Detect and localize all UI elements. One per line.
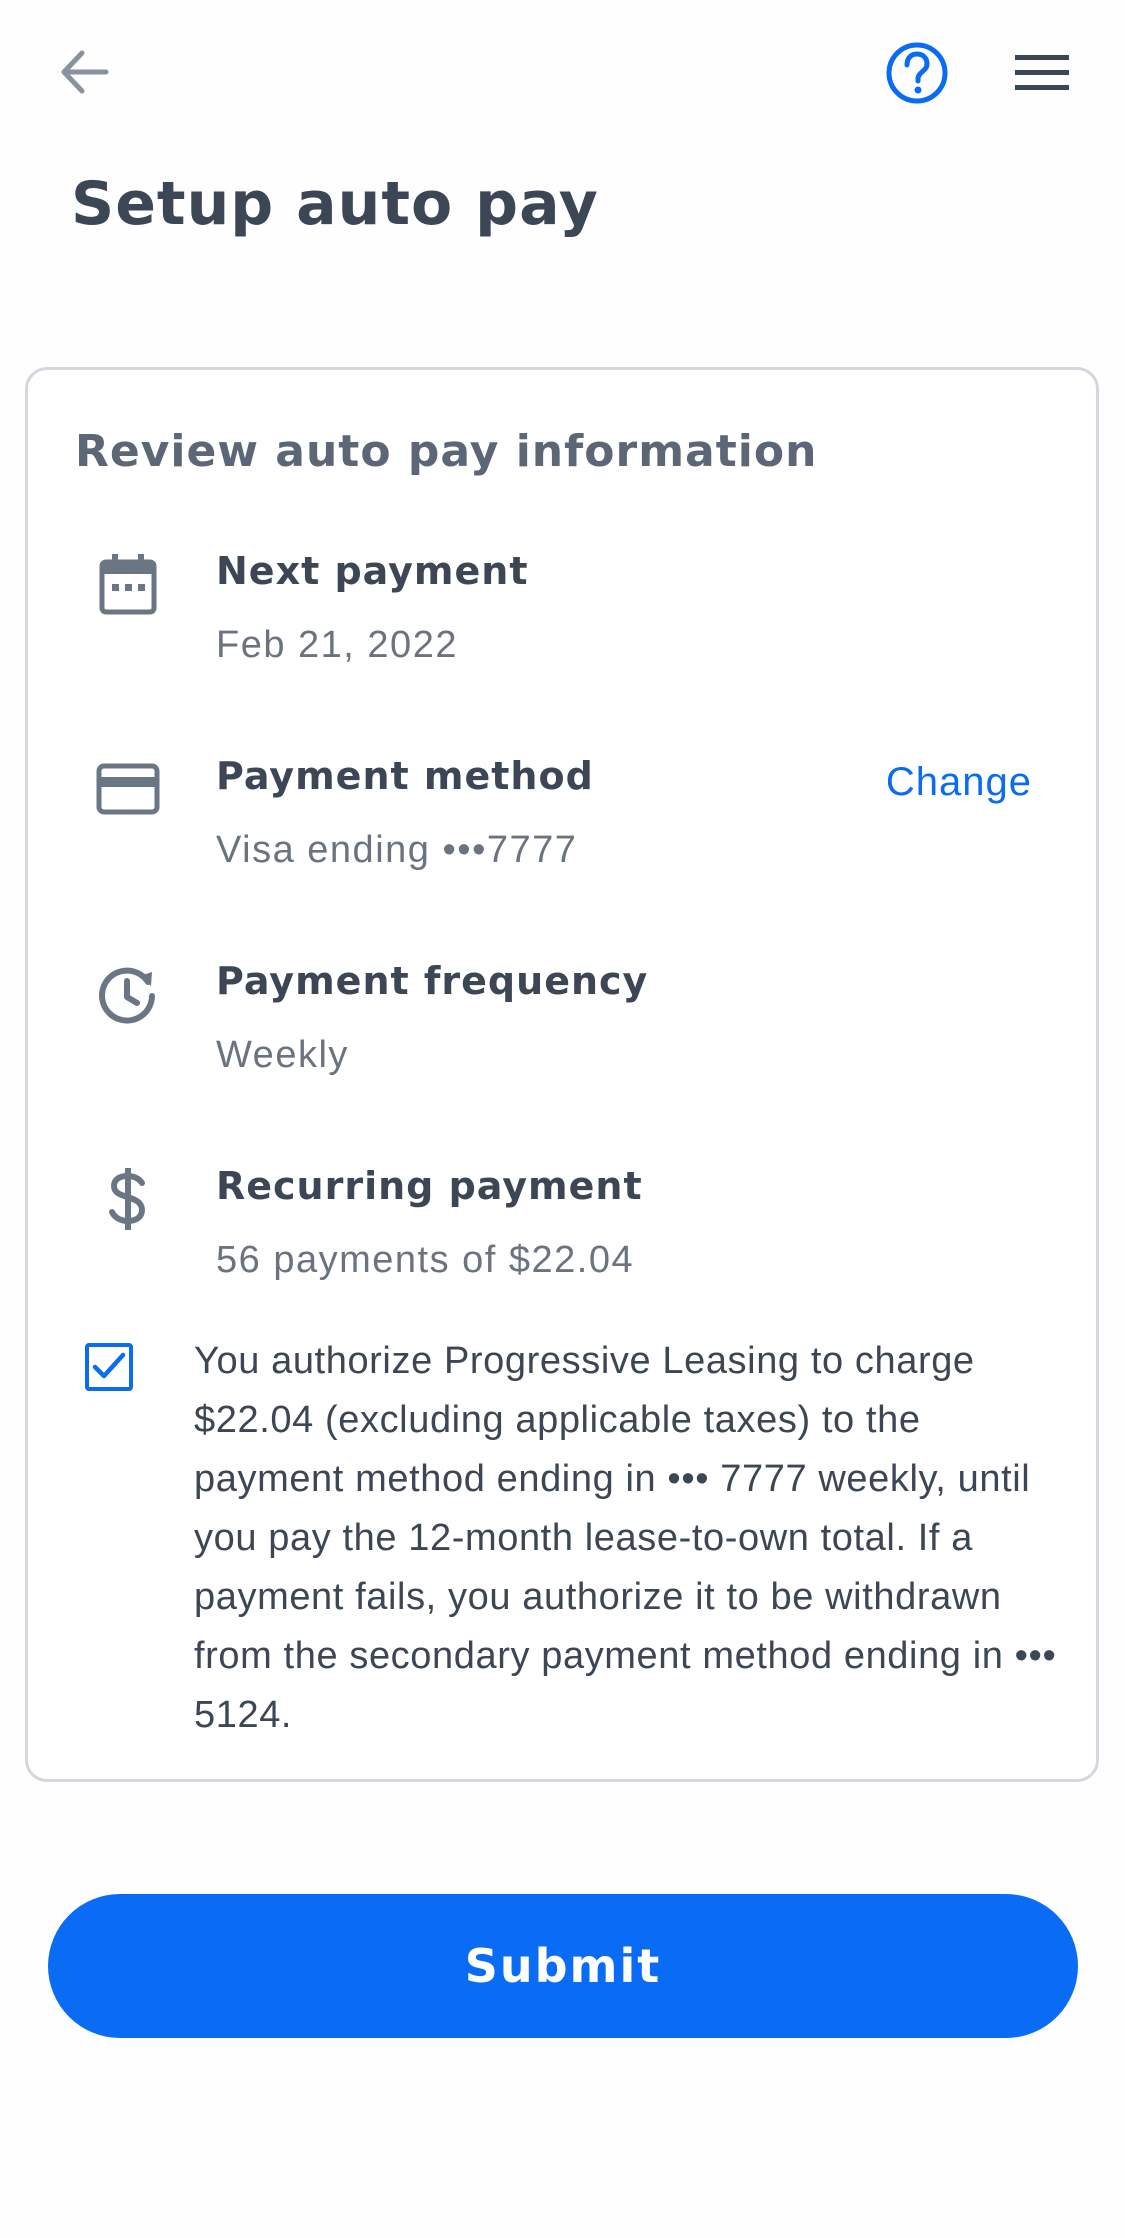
payment-method-value: Visa ending •••7777 bbox=[216, 829, 578, 871]
calendar-icon bbox=[96, 552, 160, 616]
credit-card-icon bbox=[96, 757, 160, 821]
payment-frequency-row: Payment frequency Weekly bbox=[28, 950, 1098, 1090]
hamburger-menu-icon bbox=[1015, 55, 1069, 90]
card-title: Review auto pay information bbox=[75, 426, 818, 477]
recurring-payment-row: Recurring payment 56 payments of $22.04 bbox=[28, 1155, 1098, 1295]
check-icon bbox=[92, 1352, 126, 1379]
payment-frequency-label: Payment frequency bbox=[216, 959, 649, 1003]
next-payment-label: Next payment bbox=[216, 549, 529, 593]
submit-button[interactable]: Submit bbox=[48, 1894, 1078, 2038]
help-button[interactable] bbox=[882, 38, 952, 108]
payment-method-label: Payment method bbox=[216, 754, 594, 798]
payment-method-row: Payment method Change Visa ending •••777… bbox=[28, 745, 1098, 885]
dollar-icon bbox=[96, 1167, 160, 1231]
arrow-left-icon bbox=[61, 50, 109, 94]
authorization-checkbox[interactable] bbox=[85, 1343, 133, 1391]
recurring-payment-value: 56 payments of $22.04 bbox=[216, 1239, 635, 1281]
recurring-payment-label: Recurring payment bbox=[216, 1164, 643, 1208]
menu-button[interactable] bbox=[1002, 38, 1082, 108]
page-title: Setup auto pay bbox=[71, 169, 599, 239]
top-bar bbox=[0, 0, 1125, 150]
payment-frequency-value: Weekly bbox=[216, 1034, 349, 1076]
auto-pay-review-card: Review auto pay information Next payment… bbox=[25, 367, 1099, 1782]
authorization-text: You authorize Progressive Leasing to cha… bbox=[194, 1340, 1057, 1736]
back-button[interactable] bbox=[48, 36, 120, 108]
next-payment-row: Next payment Feb 21, 2022 bbox=[28, 540, 1098, 680]
question-circle-icon bbox=[886, 42, 948, 104]
clock-history-icon bbox=[96, 962, 160, 1026]
change-payment-method-link[interactable]: Change bbox=[886, 757, 1032, 807]
next-payment-value: Feb 21, 2022 bbox=[216, 624, 458, 666]
